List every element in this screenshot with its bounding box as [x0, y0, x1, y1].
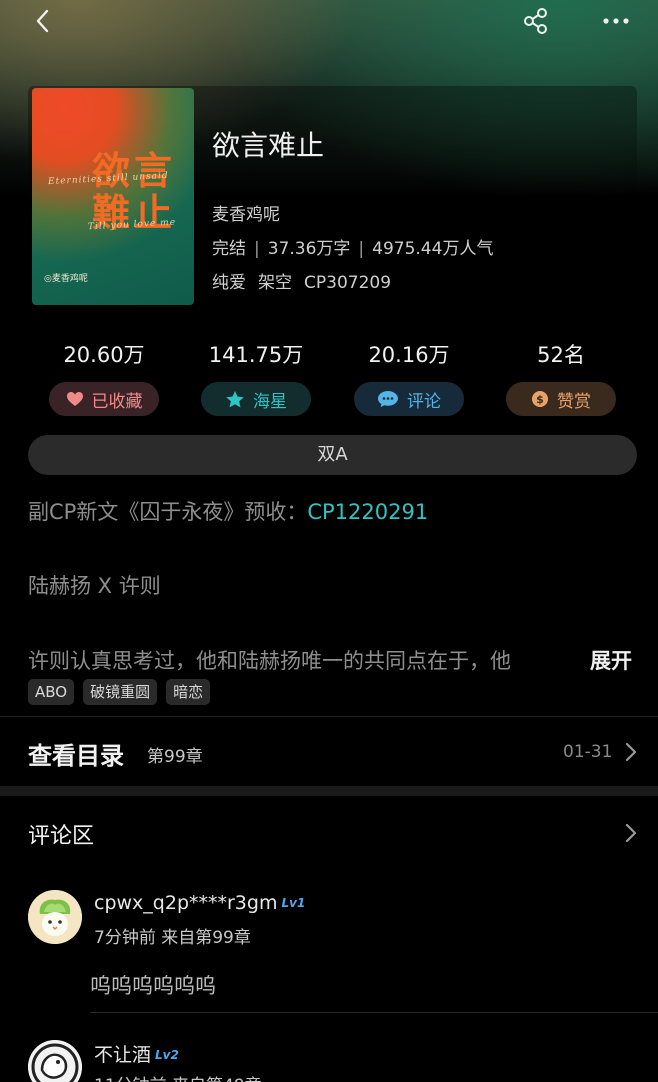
- star-button[interactable]: 海星: [201, 382, 311, 416]
- book-author[interactable]: 麦香鸡呢: [212, 200, 280, 225]
- comment-username-text: cpwx_q2p****r3gm: [94, 892, 278, 914]
- comment-button[interactable]: 评论: [354, 382, 464, 416]
- comment-meta: 11分钟前 来自第49章: [94, 1071, 262, 1082]
- tip-button-label: 赞赏: [557, 391, 591, 412]
- back-button[interactable]: [30, 6, 56, 36]
- favorite-button-label: 已收藏: [91, 391, 143, 412]
- table-of-contents-row[interactable]: 查看目录 第99章 01-31: [0, 718, 658, 786]
- book-meta: 完结 | 37.36万字 | 4975.44万人气: [212, 234, 493, 259]
- book-tag[interactable]: 纯爱: [212, 273, 246, 293]
- book-status: 完结: [212, 239, 246, 259]
- more-dots-icon: [603, 18, 629, 24]
- comments-title: 评论区: [28, 824, 95, 849]
- book-cover[interactable]: 欲言 Eternities still unsaid 難止 Till you l…: [32, 88, 194, 305]
- description-line: 副CP新文《囚于永夜》预收：CP1220291: [28, 496, 428, 526]
- avatar[interactable]: [28, 890, 82, 944]
- bird-avatar-icon: [28, 1040, 82, 1082]
- comments-header[interactable]: 评论区: [0, 796, 658, 870]
- book-title: 欲言难止: [212, 129, 325, 162]
- description-cp-link[interactable]: CP1220291: [307, 500, 428, 524]
- section-divider: [0, 786, 658, 796]
- book-popularity: 4975.44万人气: [372, 239, 494, 259]
- comment-body: 呜呜呜呜呜呜: [90, 974, 216, 998]
- stats-row: 20.60万 已收藏 141.75万 海星 20.16万 评论 52名 $ 赞赏: [28, 340, 637, 420]
- tag-chips: ABO 破镜重圆 暗恋: [28, 679, 211, 705]
- comment-bubble-icon: [378, 391, 398, 407]
- comment-meta: 7分钟前 来自第99章: [94, 928, 251, 948]
- book-tag[interactable]: CP307209: [304, 273, 391, 293]
- stat-value: 141.75万: [208, 343, 304, 367]
- comment-username-text: 不让酒: [94, 1044, 152, 1066]
- stat-favorites: 20.60万 已收藏: [39, 340, 169, 416]
- stat-value: 20.16万: [368, 343, 450, 367]
- chevron-right-icon: [625, 823, 637, 843]
- meta-separator: |: [254, 239, 260, 259]
- toc-update-date: 01-31: [563, 742, 613, 762]
- toc-latest-chapter: 第99章: [147, 747, 203, 767]
- coin-icon: $: [532, 391, 548, 407]
- share-button[interactable]: [520, 6, 552, 36]
- cover-publisher: ◎麦香鸡呢: [44, 274, 88, 284]
- tag-chip[interactable]: 暗恋: [166, 679, 211, 705]
- comment-username[interactable]: 不让酒 Lv2: [94, 1040, 179, 1067]
- tip-button[interactable]: $ 赞赏: [506, 382, 616, 416]
- comment-button-label: 评论: [407, 391, 441, 412]
- expand-button[interactable]: 展开: [590, 645, 632, 675]
- star-icon: [226, 390, 244, 407]
- book-tags: 纯爱 架空 CP307209: [212, 268, 403, 293]
- chevron-right-icon: [625, 742, 637, 762]
- tag-chip[interactable]: ABO: [28, 679, 75, 705]
- stat-comments: 20.16万 评论: [344, 340, 474, 416]
- meta-separator: |: [358, 239, 365, 259]
- stat-tips: 52名 $ 赞赏: [496, 340, 626, 416]
- stat-stars: 141.75万 海星: [191, 340, 321, 416]
- top-bar: [0, 0, 658, 44]
- star-button-label: 海星: [253, 391, 287, 412]
- favorite-button[interactable]: 已收藏: [49, 382, 159, 416]
- divider: [0, 716, 658, 717]
- toc-title: 查看目录: [28, 742, 124, 770]
- book-tag[interactable]: 架空: [258, 273, 292, 293]
- tag-chip[interactable]: 破镜重圆: [83, 679, 158, 705]
- stat-value: 52名: [537, 343, 585, 367]
- share-icon: [524, 8, 547, 34]
- description-fade: [540, 640, 590, 680]
- category-tag-bar[interactable]: 双A: [28, 435, 637, 475]
- description-text: 副CP新文《囚于永夜》预收：: [28, 500, 308, 524]
- chevron-left-icon: [36, 9, 49, 33]
- description-line: 陆赫扬 X 许则: [28, 574, 161, 598]
- more-button[interactable]: [598, 6, 634, 36]
- avatar[interactable]: [28, 1040, 82, 1082]
- heart-icon: [66, 392, 83, 406]
- description-line: 许则认真思考过，他和陆赫扬唯一的共同点在于，他: [28, 649, 511, 673]
- level-badge: Lv2: [155, 1048, 179, 1062]
- level-badge: Lv1: [281, 896, 306, 910]
- svg-text:$: $: [536, 393, 544, 406]
- comment-separator: [90, 1012, 658, 1013]
- comment-username[interactable]: cpwx_q2p****r3gm Lv1: [94, 892, 305, 914]
- stat-value: 20.60万: [63, 343, 145, 367]
- cabbage-avatar-icon: [28, 890, 82, 944]
- book-word-count: 37.36万字: [267, 239, 351, 259]
